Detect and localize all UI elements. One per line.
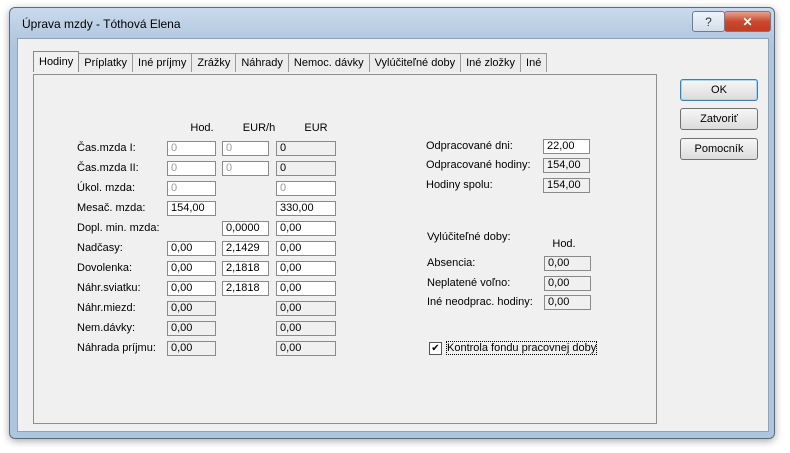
nadcasy-eurh-input[interactable]: 2,1429 (222, 241, 269, 256)
nahr-sviatku-eurh-input[interactable]: 2,1818 (222, 281, 269, 296)
nahr-miezd-eur-field: 0,00 (276, 301, 336, 316)
mesac-mzda-hod-input[interactable]: 154,00 (167, 201, 216, 216)
nahrada-prijmu-eur-field: 0,00 (276, 341, 336, 356)
cas-mzda-2-eur-field: 0 (276, 161, 336, 176)
row-label-dopl-min-mzda: Dopl. min. mzda: (77, 222, 160, 234)
row-label-nahrada-prijmu: Náhrada príjmu: (77, 342, 156, 354)
dialog-window: Úprava mzdy - Tóthová Elena ? ✕ Hodiny P… (9, 7, 775, 439)
dopl-min-mzda-eur-input[interactable]: 0,00 (276, 221, 336, 236)
nahr-miezd-hod-field: 0,00 (167, 301, 216, 316)
tab-strip: Hodiny Príplatky Iné príjmy Zrážky Náhra… (33, 51, 548, 75)
dialog-client-area: Hodiny Príplatky Iné príjmy Zrážky Náhra… (17, 38, 769, 432)
vylucitelne-label-absencia: Absencia: (427, 257, 476, 269)
vylucitelne-label-neplatene-volno: Neplatené voľno: (427, 277, 511, 289)
tab-zrazky[interactable]: Zrážky (191, 53, 237, 72)
cas-mzda-1-eurh-field: 0 (222, 141, 269, 156)
vylucitelne-column-header-hod: Hod. (552, 238, 576, 250)
cas-mzda-1-hod-field: 0 (167, 141, 216, 156)
row-label-nadcasy: Nadčasy: (77, 242, 123, 254)
cas-mzda-1-eur-field: 0 (276, 141, 336, 156)
tab-panel-hodiny: Hod. EUR/h EUR Čas.mzda I: 0 0 0 Čas.mzd… (33, 74, 657, 424)
kontrola-fondu-label[interactable]: Kontrola fondu pracovnej doby (445, 341, 598, 355)
odpracovane-dni-input[interactable]: 22,00 (543, 139, 590, 154)
summary-label-odpracovane-hodiny: Odpracované hodiny: (426, 159, 531, 171)
nadcasy-hod-input[interactable]: 0,00 (167, 241, 216, 256)
nahr-sviatku-eur-input[interactable]: 0,00 (276, 281, 336, 296)
column-header-hod: Hod. (190, 122, 214, 134)
cas-mzda-2-hod-field: 0 (167, 161, 216, 176)
tab-ine[interactable]: Iné (520, 53, 548, 72)
mesac-mzda-eur-input[interactable]: 330,00 (276, 201, 336, 216)
dopl-min-mzda-eurh-input[interactable]: 0,0000 (222, 221, 269, 236)
column-header-eur: EUR (304, 122, 328, 134)
nadcasy-eur-input[interactable]: 0,00 (276, 241, 336, 256)
hodiny-spolu-field: 154,00 (543, 178, 590, 193)
ine-neodprac-hodiny-field: 0,00 (544, 295, 591, 310)
nem-davky-eur-field: 0,00 (276, 321, 336, 336)
ok-button[interactable]: OK (680, 79, 758, 101)
neplatene-volno-field: 0,00 (544, 276, 591, 291)
vylucitelne-doby-title: Vylúčiteľné doby: (427, 231, 511, 243)
vylucitelne-label-ine-neodprac-hodiny: Iné neodprac. hodiny: (427, 296, 533, 308)
close-button[interactable]: ✕ (724, 11, 771, 32)
odpracovane-hodiny-field: 154,00 (543, 158, 590, 173)
row-label-mesac-mzda: Mesač. mzda: (77, 202, 146, 214)
tab-ine-prijmy[interactable]: Iné príjmy (132, 53, 193, 72)
summary-label-hodiny-spolu: Hodiny spolu: (426, 179, 493, 191)
tab-nemoc-davky[interactable]: Nemoc. dávky (287, 53, 370, 72)
row-label-nem-davky: Nem.dávky: (77, 322, 136, 334)
kontrola-fondu-checkbox[interactable]: ✔ (429, 342, 442, 355)
tab-hodiny[interactable]: Hodiny (33, 51, 80, 72)
dovolenka-eur-input[interactable]: 0,00 (276, 261, 336, 276)
nem-davky-hod-field: 0,00 (167, 321, 216, 336)
tab-ine-zlozky[interactable]: Iné zložky (460, 53, 522, 72)
tab-vylucitelne-doby[interactable]: Vylúčiteľné doby (368, 53, 462, 72)
dovolenka-eurh-input[interactable]: 2,1818 (222, 261, 269, 276)
row-label-ukol-mzda: Úkol. mzda: (77, 182, 136, 194)
help-button[interactable]: ? (692, 11, 725, 32)
nahrada-prijmu-hod-field: 0,00 (167, 341, 216, 356)
column-header-eur-h: EUR/h (242, 122, 276, 134)
absencia-field: 0,00 (544, 256, 591, 271)
row-label-nahr-miezd: Náhr.miezd: (77, 302, 136, 314)
row-label-cas-mzda-2: Čas.mzda II: (77, 162, 139, 174)
window-title: Úprava mzdy - Tóthová Elena (22, 17, 181, 31)
zatvorit-button[interactable]: Zatvoriť (680, 108, 758, 130)
tab-nahrady[interactable]: Náhrady (235, 53, 289, 72)
cas-mzda-2-eurh-field: 0 (222, 161, 269, 176)
dovolenka-hod-input[interactable]: 0,00 (167, 261, 216, 276)
row-label-dovolenka: Dovolenka: (77, 262, 133, 274)
pomocnik-button[interactable]: Pomocník (680, 138, 758, 160)
nahr-sviatku-hod-input[interactable]: 0,00 (167, 281, 216, 296)
tab-priplatky[interactable]: Príplatky (78, 53, 134, 72)
row-label-cas-mzda-1: Čas.mzda I: (77, 142, 136, 154)
ukol-mzda-hod-field: 0 (167, 181, 216, 196)
row-label-nahr-sviatku: Náhr.sviatku: (77, 282, 141, 294)
ukol-mzda-eur-field: 0 (276, 181, 336, 196)
summary-label-odpracovane-dni: Odpracované dni: (426, 140, 513, 152)
